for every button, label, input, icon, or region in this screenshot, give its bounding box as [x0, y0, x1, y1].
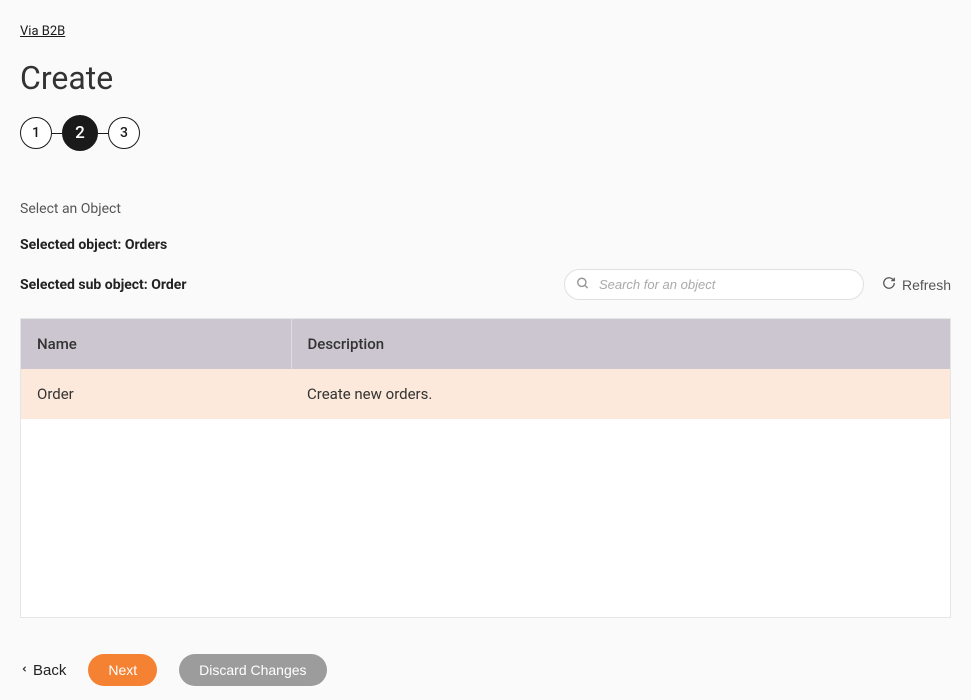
search-wrap [564, 269, 864, 300]
column-header-name[interactable]: Name [21, 319, 291, 369]
step-3[interactable]: 3 [108, 117, 140, 149]
step-2[interactable]: 2 [62, 115, 98, 151]
footer: Back Next Discard Changes [20, 654, 951, 686]
table-row[interactable]: Order Create new orders. [21, 369, 950, 419]
search-icon [576, 275, 590, 294]
breadcrumb[interactable]: Via B2B [20, 24, 65, 39]
step-connector [98, 133, 108, 134]
cell-description: Create new orders. [291, 369, 950, 419]
column-header-description[interactable]: Description [291, 319, 950, 369]
back-label: Back [33, 662, 66, 679]
selected-sub-object-line: Selected sub object: Order [20, 277, 186, 293]
refresh-icon [882, 276, 896, 293]
object-table-wrap: Name Description Order Create new orders… [20, 318, 951, 618]
selected-object-line: Selected object: Orders [20, 237, 951, 253]
chevron-left-icon [20, 662, 29, 679]
stepper: 1 2 3 [20, 115, 951, 151]
cell-name: Order [21, 369, 291, 419]
search-input[interactable] [564, 269, 864, 300]
refresh-label: Refresh [902, 277, 951, 293]
step-connector [52, 133, 62, 134]
object-table: Name Description Order Create new orders… [21, 319, 950, 419]
page-title: Create [20, 59, 951, 97]
step-1[interactable]: 1 [20, 117, 52, 149]
discard-button[interactable]: Discard Changes [179, 654, 326, 686]
section-label: Select an Object [20, 201, 951, 217]
refresh-button[interactable]: Refresh [882, 276, 951, 293]
back-button[interactable]: Back [20, 662, 66, 679]
next-button[interactable]: Next [88, 654, 157, 686]
